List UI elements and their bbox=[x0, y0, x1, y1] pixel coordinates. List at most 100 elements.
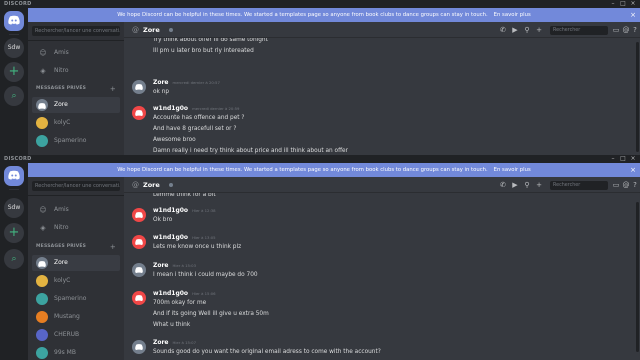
add-server-button[interactable]: + bbox=[4, 62, 24, 82]
discord-avatar-icon bbox=[135, 239, 143, 245]
message-author[interactable]: Zore Hier à 15:07 bbox=[153, 339, 196, 347]
avatar bbox=[36, 347, 48, 359]
banner-close-button[interactable]: × bbox=[630, 8, 636, 22]
minimize-button[interactable]: – bbox=[608, 0, 618, 8]
avatar[interactable] bbox=[132, 263, 146, 277]
nitro-icon: ◈ bbox=[40, 224, 46, 232]
add-user-icon[interactable]: + bbox=[534, 177, 544, 193]
add-server-button[interactable]: + bbox=[4, 223, 24, 243]
mention-dm-icon: @ bbox=[132, 181, 139, 189]
author-name[interactable]: w1nd1g0o bbox=[153, 105, 188, 112]
avatar bbox=[36, 329, 48, 341]
help-icon[interactable]: ? bbox=[630, 177, 640, 193]
avatar[interactable] bbox=[132, 106, 146, 120]
video-call-icon[interactable]: ▶ bbox=[510, 177, 520, 193]
message-author[interactable]: w1nd1g0o mercredi dernier à 20:59 bbox=[153, 105, 239, 113]
discord-avatar-icon bbox=[38, 103, 46, 109]
scrollbar[interactable] bbox=[636, 42, 639, 152]
author-name[interactable]: w1nd1g0o bbox=[153, 290, 188, 297]
explore-servers-button[interactable]: ⌕ bbox=[4, 86, 24, 106]
minimize-button[interactable]: – bbox=[608, 155, 618, 163]
dm-item[interactable]: Zore bbox=[32, 97, 120, 113]
dm-search-input[interactable]: Rechercher/lancer une conversati... bbox=[32, 181, 120, 191]
dm-item[interactable]: CHERUB bbox=[32, 327, 120, 343]
message-text: ok np bbox=[153, 89, 170, 95]
avatar[interactable] bbox=[132, 235, 146, 249]
home-button[interactable] bbox=[4, 166, 24, 186]
maximize-button[interactable]: □ bbox=[618, 155, 628, 163]
author-name[interactable]: w1nd1g0o bbox=[153, 207, 188, 214]
dm-item[interactable]: kolyC bbox=[32, 115, 120, 131]
dm-item[interactable]: Spamerino bbox=[32, 291, 120, 307]
dm-item[interactable]: kolyC bbox=[32, 273, 120, 289]
dm-item[interactable]: Zore bbox=[32, 255, 120, 271]
message-text: Ok bro bbox=[153, 217, 173, 223]
nav-nitro[interactable]: ◈ Nitro bbox=[32, 64, 120, 78]
avatar bbox=[36, 117, 48, 129]
video-call-icon[interactable]: ▶ bbox=[510, 22, 520, 38]
avatar[interactable] bbox=[132, 80, 146, 94]
explore-servers-button[interactable]: ⌕ bbox=[4, 249, 24, 269]
notice-banner: We hope Discord can be helpful in these … bbox=[28, 8, 640, 22]
home-button[interactable] bbox=[4, 11, 24, 31]
author-name[interactable]: Zore bbox=[153, 79, 169, 86]
discord-window-top: DISCORD – □ × Sdw + ⌕ We hope Discord ca… bbox=[0, 0, 640, 155]
avatar[interactable] bbox=[132, 208, 146, 222]
scrollbar[interactable] bbox=[636, 202, 639, 352]
help-icon[interactable]: ? bbox=[630, 22, 640, 38]
discord-avatar-icon bbox=[38, 261, 46, 267]
avatar bbox=[36, 257, 48, 269]
add-user-icon[interactable]: + bbox=[534, 22, 544, 38]
header-toolbar: ✆ ▶ ⚲ + Rechercher ▭ @ ? bbox=[498, 22, 638, 38]
message-text: Lets me know once u think plz bbox=[153, 244, 242, 250]
maximize-button[interactable]: □ bbox=[618, 0, 628, 8]
new-dm-button[interactable]: + bbox=[110, 243, 116, 251]
nav-nitro[interactable]: ◈ Nitro bbox=[32, 221, 120, 235]
pin-icon[interactable]: ⚲ bbox=[522, 22, 532, 38]
pin-icon[interactable]: ⚲ bbox=[522, 177, 532, 193]
author-name[interactable]: w1nd1g0o bbox=[153, 234, 188, 241]
avatar[interactable] bbox=[132, 291, 146, 305]
avatar[interactable] bbox=[132, 340, 146, 354]
chat-header: @ Zore ✆ ▶ ⚲ + Rechercher ▭ @ ? bbox=[124, 177, 640, 193]
dm-item[interactable]: Mustang bbox=[32, 309, 120, 325]
dm-section-title: MESSAGES PRIVÉS bbox=[36, 244, 87, 249]
phone-call-icon[interactable]: ✆ bbox=[498, 177, 508, 193]
header-search-input[interactable]: Rechercher bbox=[550, 26, 608, 35]
close-window-button[interactable]: × bbox=[628, 155, 638, 163]
header-toolbar: ✆ ▶ ⚲ + Rechercher ▭ @ ? bbox=[498, 177, 638, 193]
nitro-icon: ◈ bbox=[40, 67, 46, 75]
chat-area: @ Zore ✆ ▶ ⚲ + Rechercher ▭ @ ? Lemme th… bbox=[124, 177, 640, 360]
message-author[interactable]: w1nd1g0o Hier à 12:38 bbox=[153, 207, 216, 215]
message-author[interactable]: w1nd1g0o Hier à 13:05 bbox=[153, 234, 216, 242]
message-author[interactable]: w1nd1g0o Hier à 15:06 bbox=[153, 290, 216, 298]
message-text: Awesome broo bbox=[153, 137, 196, 143]
server-separator bbox=[9, 34, 19, 35]
inbox-icon[interactable]: ▭ bbox=[611, 177, 621, 193]
header-search-input[interactable]: Rechercher bbox=[550, 181, 608, 190]
message-author[interactable]: Zore mercredi dernier à 20:57 bbox=[153, 79, 220, 87]
message-list: Try think about offer Ill do same tonigh… bbox=[124, 37, 640, 155]
banner-close-button[interactable]: × bbox=[630, 163, 636, 177]
server-separator bbox=[9, 189, 19, 190]
nav-friends[interactable]: ☺ Amis bbox=[32, 46, 120, 60]
nav-friends-label: Amis bbox=[54, 49, 69, 56]
close-window-button[interactable]: × bbox=[628, 0, 638, 8]
banner-learn-more-link[interactable]: En savoir plus bbox=[494, 167, 531, 173]
nav-friends[interactable]: ☺ Amis bbox=[32, 203, 120, 217]
nav-nitro-label: Nitro bbox=[54, 67, 69, 74]
server-icon-sdw[interactable]: Sdw bbox=[4, 198, 24, 218]
dm-item[interactable]: Spamerino bbox=[32, 133, 120, 149]
dm-search-input[interactable]: Rechercher/lancer une conversati... bbox=[32, 26, 120, 36]
phone-call-icon[interactable]: ✆ bbox=[498, 22, 508, 38]
new-dm-button[interactable]: + bbox=[110, 85, 116, 93]
banner-learn-more-link[interactable]: En savoir plus bbox=[494, 12, 531, 18]
server-icon-sdw[interactable]: Sdw bbox=[4, 38, 24, 58]
author-name[interactable]: Zore bbox=[153, 262, 169, 269]
inbox-icon[interactable]: ▭ bbox=[611, 22, 621, 38]
avatar bbox=[36, 293, 48, 305]
author-name[interactable]: Zore bbox=[153, 339, 169, 346]
message-author[interactable]: Zore Hier à 15:03 bbox=[153, 262, 196, 270]
dm-item[interactable]: 99s MB bbox=[32, 345, 120, 360]
message-timestamp: Hier à 15:07 bbox=[172, 340, 197, 345]
